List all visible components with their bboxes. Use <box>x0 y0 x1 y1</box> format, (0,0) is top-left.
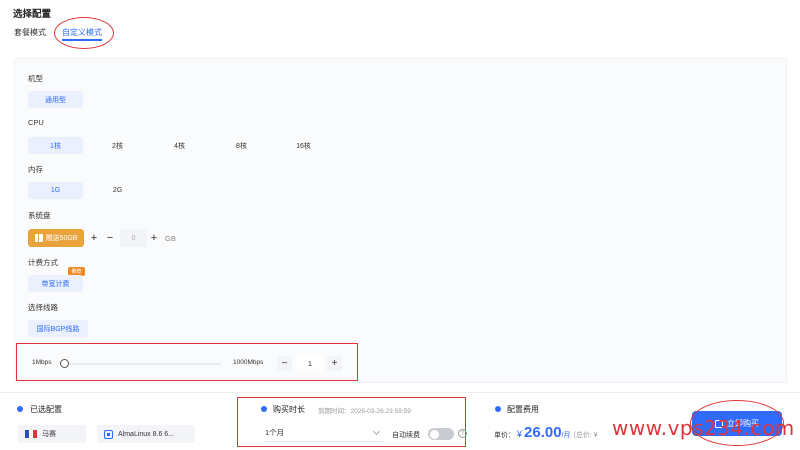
os-name: AlmaLinux 8.6 6... <box>118 430 175 438</box>
disk-size-input[interactable]: 0 <box>120 229 147 247</box>
chevron-down-icon <box>372 427 381 435</box>
cpu-option-16[interactable]: 16核 <box>276 137 331 154</box>
add-disk-button[interactable]: + <box>88 229 100 247</box>
os-icon <box>104 429 113 439</box>
line-label: 选择线路 <box>28 303 58 312</box>
auto-renew-label: 自动续费 <box>392 432 420 439</box>
config-panel <box>14 58 787 383</box>
os-chip: AlmaLinux 8.6 6... <box>97 425 195 443</box>
type-label: 机型 <box>28 74 43 83</box>
disk-decrement-button[interactable]: − <box>104 229 116 247</box>
highlight-circle <box>54 17 114 49</box>
bandwidth-max-label: 1000Mbps <box>233 359 264 366</box>
duration-dot <box>261 406 267 412</box>
selected-config-dot <box>17 406 23 412</box>
line-option-bgp[interactable]: 国际BGP线路 <box>28 320 88 337</box>
unit-price-label: 单价： <box>494 432 515 439</box>
cost-dot <box>495 406 501 412</box>
gift-icon <box>34 234 43 242</box>
region-name: 马赛 <box>42 431 56 438</box>
duration-title: 购买时长 <box>273 405 305 414</box>
price-row: 单价： ¥ 26.00 /月 (总价: ¥ <box>494 424 598 441</box>
memory-option-2g[interactable]: 2G <box>90 182 145 199</box>
disk-unit: GB <box>165 234 176 243</box>
bandwidth-slider-track[interactable] <box>66 363 221 365</box>
price-unit: /月 <box>561 432 571 439</box>
duration-value: 1个月 <box>265 428 285 437</box>
cost-title: 配置费用 <box>507 405 539 414</box>
unit-price: 26.00 <box>524 424 562 441</box>
billing-option-bandwidth[interactable]: 带宽计费 <box>28 275 83 292</box>
bandwidth-decrement-button[interactable]: − <box>277 356 292 371</box>
cpu-option-4[interactable]: 4核 <box>152 137 207 154</box>
region-chip: 马赛 <box>18 425 86 443</box>
bandwidth-min-label: 1Mbps <box>32 359 52 366</box>
cpu-option-2[interactable]: 2核 <box>90 137 145 154</box>
france-flag-icon <box>25 430 37 438</box>
selected-config-title: 已选配置 <box>30 405 62 414</box>
memory-label: 内存 <box>28 165 43 174</box>
billing-label: 计费方式 <box>28 258 58 267</box>
disk-increment-button[interactable]: + <box>148 229 160 247</box>
bandwidth-value-input[interactable]: 1 <box>296 356 324 371</box>
disk-gift-tag: 赠送50GB <box>28 229 84 247</box>
tab-package-mode[interactable]: 套餐模式 <box>14 27 46 38</box>
watermark-text: www.vps234.com <box>612 416 795 440</box>
auto-renew-toggle[interactable] <box>428 428 454 440</box>
total-price-prefix: (总价: ¥ <box>573 432 598 439</box>
expiry-time: 到期时间：2026-03-26 23:59:59 <box>318 408 411 415</box>
cpu-option-1[interactable]: 1核 <box>28 137 83 154</box>
cpu-label: CPU <box>28 118 44 127</box>
page-title: 选择配置 <box>13 9 52 20</box>
type-option-general[interactable]: 通用型 <box>28 91 83 108</box>
currency-symbol: ¥ <box>517 429 523 439</box>
help-icon[interactable]: ? <box>458 429 467 438</box>
disk-label: 系统盘 <box>28 211 51 220</box>
duration-select[interactable]: 1个月 <box>265 424 383 442</box>
bandwidth-slider-handle[interactable] <box>60 359 69 368</box>
memory-option-1g[interactable]: 1G <box>28 182 83 199</box>
disk-gift-text: 赠送50GB <box>45 235 78 242</box>
cpu-option-8[interactable]: 8核 <box>214 137 269 154</box>
bandwidth-increment-button[interactable]: + <box>327 356 342 371</box>
